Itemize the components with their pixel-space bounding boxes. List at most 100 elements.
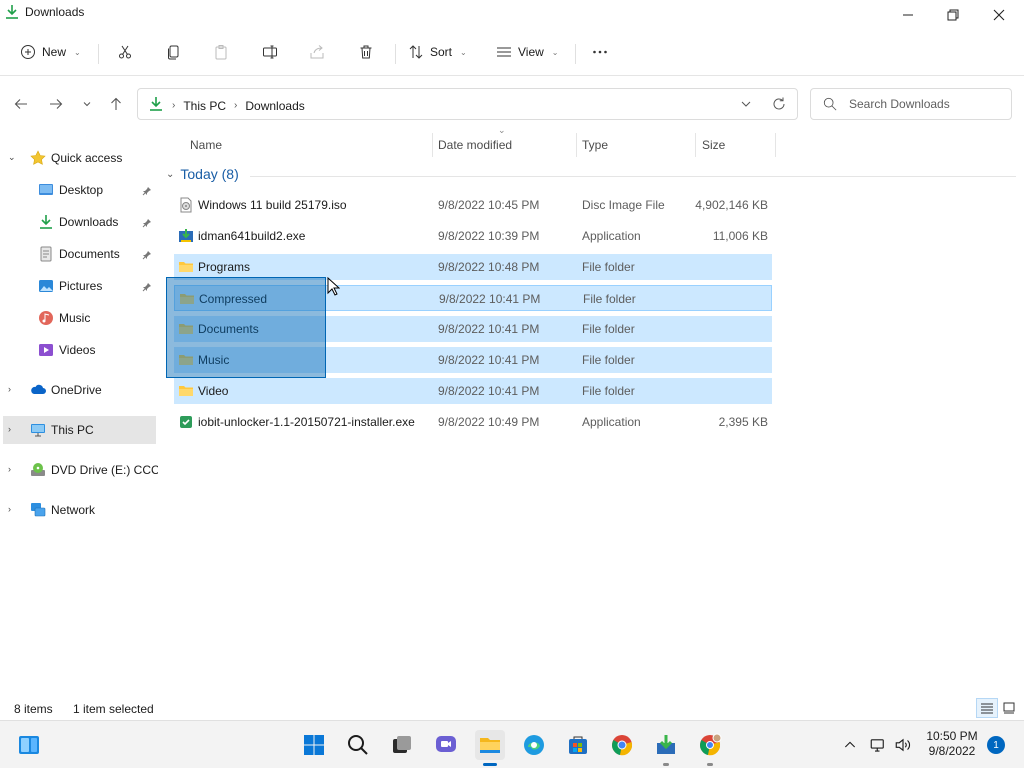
column-divider[interactable] [432,133,433,157]
rename-button[interactable] [262,38,278,66]
column-header-type[interactable]: Type [582,138,608,162]
refresh-button[interactable] [771,96,787,115]
chrome-profile-icon [700,733,722,756]
cut-button[interactable] [117,38,133,66]
column-divider[interactable] [576,133,577,157]
sidebar-item-onedrive[interactable]: › OneDrive [0,376,158,404]
sidebar-item-label: OneDrive [51,383,102,397]
address-bar[interactable]: › This PC › Downloads [137,88,798,120]
chevron-right-icon: › [234,100,238,111]
group-label: Today (8) [180,166,239,182]
chat-button[interactable] [431,730,461,760]
star-icon [30,150,46,166]
column-header-size[interactable]: Size [702,138,725,162]
column-header-name[interactable]: Name [190,138,222,162]
sidebar-item-music[interactable]: Music [0,304,158,332]
copy-icon [168,45,179,60]
sort-button[interactable]: Sort ⌄ [408,38,467,66]
start-button[interactable] [299,730,329,760]
file-row[interactable]: iobit-unlocker-1.1-20150721-installer.ex… [174,409,772,435]
forward-button[interactable] [45,93,67,115]
address-dropdown-button[interactable] [739,97,753,114]
refresh-icon [773,97,785,110]
breadcrumb-downloads[interactable]: Downloads [245,99,304,113]
paste-button[interactable] [213,38,229,66]
item-count: 8 items [14,702,53,716]
search-taskbar-button[interactable] [343,730,373,760]
show-hidden-icons-button[interactable] [838,730,862,760]
share-button[interactable] [309,38,325,66]
chevron-right-icon[interactable]: › [8,504,20,514]
file-row[interactable]: Video 9/8/2022 10:41 PM File folder [174,378,772,404]
file-explorer-taskbar-button[interactable] [475,730,505,766]
search-input[interactable] [849,96,999,112]
recent-locations-button[interactable] [76,93,98,115]
file-type: File folder [583,292,636,306]
chrome-button[interactable] [607,730,637,760]
pin-icon[interactable] [142,249,152,260]
chevron-down-icon: ⌄ [551,47,559,57]
details-view-button[interactable] [976,698,998,718]
desktop-icon [38,182,54,198]
delete-button[interactable] [358,38,374,66]
arrow-left-icon [14,99,27,109]
restore-icon [947,9,959,21]
tiles-view-button[interactable] [998,698,1020,718]
column-divider[interactable] [775,133,776,157]
rename-icon [263,45,277,59]
column-divider[interactable] [695,133,696,157]
minimize-icon [903,14,913,16]
iso-file-icon [178,197,194,213]
group-header-today[interactable]: ⌄ Today (8) [166,166,239,182]
widgets-button[interactable] [14,730,44,760]
column-header-date-modified[interactable]: Date modified [438,138,512,162]
restore-button[interactable] [930,0,976,30]
notification-badge[interactable]: 1 [987,736,1005,754]
sidebar-item-quick-access[interactable]: ⌄ Quick access [0,144,158,172]
close-button[interactable] [976,0,1022,30]
chevron-right-icon[interactable]: › [8,384,20,394]
network-status-button[interactable] [866,730,890,760]
new-button[interactable]: New ⌄ [20,38,81,66]
sidebar-item-label: Music [59,311,91,325]
volume-button[interactable] [891,730,915,760]
pin-icon[interactable] [142,281,152,292]
copy-button[interactable] [166,38,182,66]
breadcrumb-this-pc[interactable]: This PC [183,99,226,113]
store-button[interactable] [563,730,593,760]
selection-rectangle [166,277,326,378]
active-indicator [483,763,497,766]
pin-icon[interactable] [142,217,152,228]
chevron-down-icon[interactable]: ⌄ [8,152,20,163]
sidebar-item-dvd-drive[interactable]: › DVD Drive (E:) CCCC [0,456,158,484]
sidebar-item-downloads[interactable]: Downloads [0,208,158,236]
sidebar-item-documents[interactable]: Documents [0,240,158,268]
more-options-button[interactable] [592,38,608,66]
sidebar-item-videos[interactable]: Videos [0,336,158,364]
edge-button[interactable] [519,730,549,760]
minimize-button[interactable] [885,0,931,30]
back-button[interactable] [10,93,32,115]
chevron-up-icon [844,741,856,748]
pin-icon[interactable] [142,185,152,196]
up-button[interactable] [105,93,127,115]
chevron-right-icon[interactable]: › [8,424,20,434]
chevron-down-icon [83,102,91,107]
search-box[interactable] [810,88,1012,120]
widgets-icon [19,736,39,754]
sidebar-item-network[interactable]: › Network [0,496,158,524]
chevron-right-icon[interactable]: › [8,464,20,474]
computer-icon [30,422,46,438]
clock[interactable]: 10:50 PM 9/8/2022 [918,729,986,759]
view-button[interactable]: View ⌄ [496,38,559,66]
download-manager-button[interactable] [651,730,681,766]
file-row[interactable]: Windows 11 build 25179.iso 9/8/2022 10:4… [174,192,772,218]
sidebar-item-this-pc[interactable]: › This PC [3,416,156,444]
sidebar-item-pictures[interactable]: Pictures [0,272,158,300]
task-view-button[interactable] [387,730,417,760]
sidebar-item-desktop[interactable]: Desktop [0,176,158,204]
title-bar: Downloads [0,0,1024,30]
sort-icon [409,45,423,59]
chrome-profile-button[interactable] [695,730,725,766]
file-row[interactable]: idman641build2.exe 9/8/2022 10:39 PM App… [174,223,772,249]
